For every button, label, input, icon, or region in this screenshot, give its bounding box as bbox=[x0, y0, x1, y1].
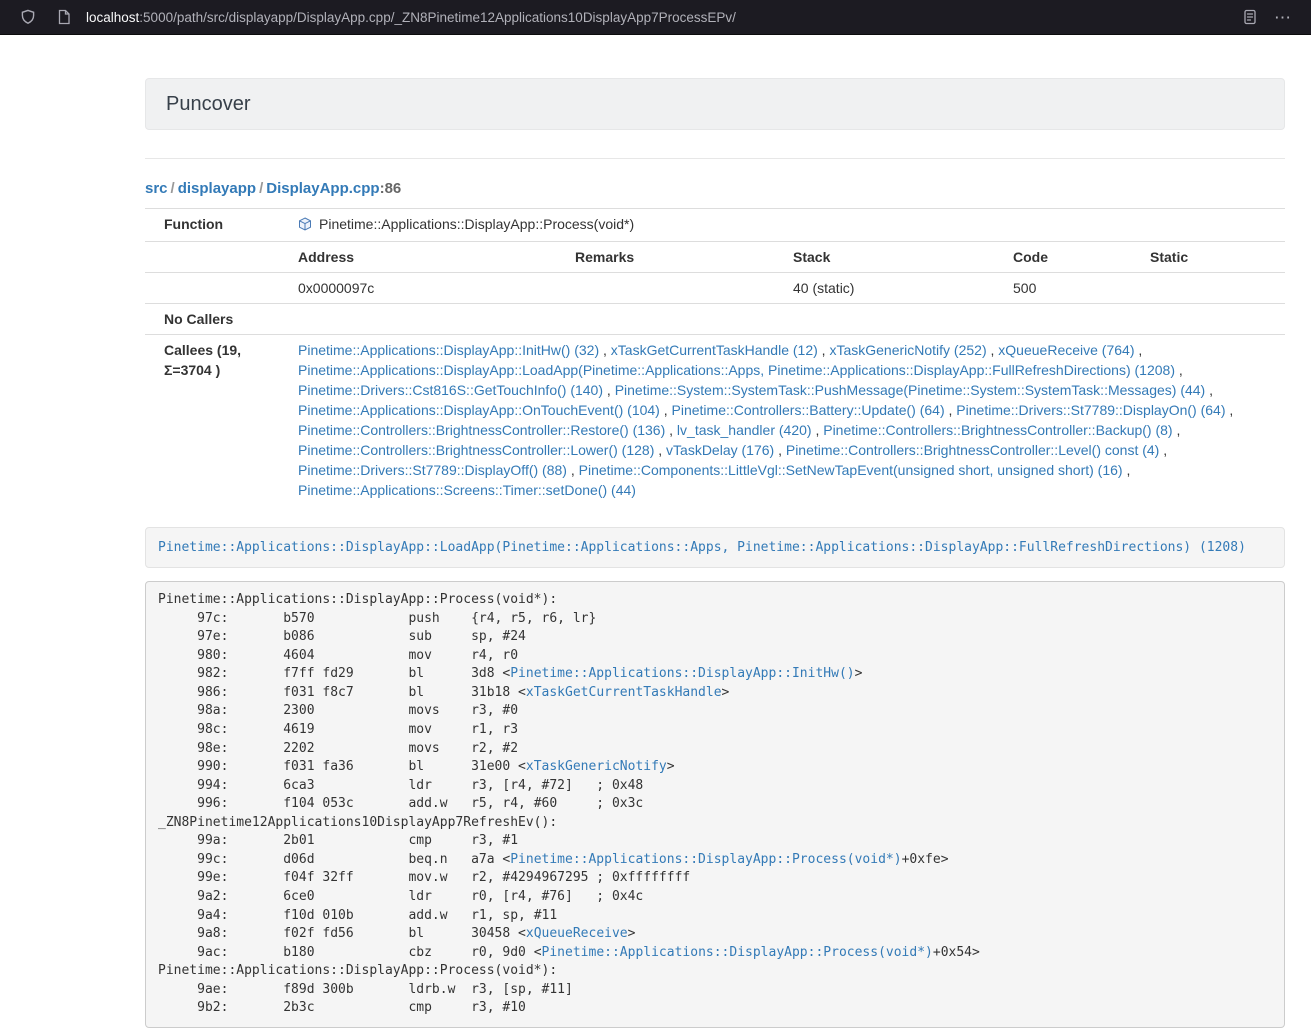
jumbotron: Puncover bbox=[145, 78, 1285, 130]
breadcrumb-separator: / bbox=[168, 180, 178, 197]
column-header-stack: Stack bbox=[785, 242, 1005, 273]
column-header-address: Address bbox=[290, 242, 567, 273]
disassembly-symbol-link[interactable]: Pinetime::Applications::DisplayApp::Proc… bbox=[542, 945, 933, 960]
reader-mode-icon[interactable] bbox=[1241, 8, 1259, 26]
breadcrumb-link[interactable]: DisplayApp.cpp bbox=[266, 180, 379, 197]
callee-link[interactable]: lv_task_handler (420) bbox=[677, 422, 812, 438]
callee-link[interactable]: Pinetime::Components::LittleVgl::SetNewT… bbox=[579, 462, 1123, 478]
static-value bbox=[1142, 273, 1285, 304]
callee-link[interactable]: Pinetime::Applications::DisplayApp::OnTo… bbox=[298, 402, 660, 418]
browser-toolbar: localhost:5000/path/src/displayapp/Displ… bbox=[0, 0, 1311, 35]
snippet-panel: Pinetime::Applications::DisplayApp::Load… bbox=[145, 527, 1285, 568]
no-callers-cell bbox=[290, 304, 1285, 335]
ellipsis-menu-icon[interactable]: ⋯ bbox=[1268, 9, 1297, 26]
no-callers-row: No Callers bbox=[145, 304, 1285, 335]
callee-link[interactable]: vTaskDelay (176) bbox=[666, 442, 774, 458]
shield-icon[interactable] bbox=[19, 8, 37, 26]
breadcrumb: src/displayapp/DisplayApp.cpp:86 bbox=[145, 179, 1285, 199]
disassembly-symbol-link[interactable]: xTaskGenericNotify bbox=[526, 759, 667, 774]
url-path: :5000/path/src/displayapp/DisplayApp.cpp… bbox=[139, 10, 736, 25]
disassembly-symbol-link[interactable]: xQueueReceive bbox=[526, 926, 628, 941]
callee-link[interactable]: Pinetime::Controllers::BrightnessControl… bbox=[786, 442, 1159, 458]
breadcrumb-link[interactable]: src bbox=[145, 180, 168, 197]
empty-cell bbox=[145, 273, 290, 304]
url-bar[interactable]: localhost:5000/path/src/displayapp/Displ… bbox=[86, 10, 1232, 25]
callee-link[interactable]: Pinetime::System::SystemTask::PushMessag… bbox=[615, 382, 1206, 398]
disassembly: Pinetime::Applications::DisplayApp::Proc… bbox=[145, 581, 1285, 1028]
callee-link[interactable]: xQueueReceive (764) bbox=[998, 342, 1134, 358]
function-label: Function bbox=[145, 209, 290, 242]
code-value: 500 bbox=[1005, 273, 1142, 304]
callee-link[interactable]: Pinetime::Applications::DisplayApp::Load… bbox=[298, 362, 1175, 378]
page-content: Puncover src/displayapp/DisplayApp.cpp:8… bbox=[145, 78, 1285, 1028]
column-header-remarks: Remarks bbox=[567, 242, 785, 273]
symbol-values-row: 0x0000097c 40 (static) 500 bbox=[145, 273, 1285, 304]
no-callers-label: No Callers bbox=[145, 304, 290, 335]
document-icon[interactable] bbox=[55, 8, 73, 26]
callee-link[interactable]: xTaskGetCurrentTaskHandle (12) bbox=[611, 342, 818, 358]
disassembly-symbol-link[interactable]: Pinetime::Applications::DisplayApp::Init… bbox=[510, 666, 854, 681]
callee-link[interactable]: Pinetime::Controllers::Battery::Update()… bbox=[672, 402, 945, 418]
callee-link[interactable]: Pinetime::Controllers::BrightnessControl… bbox=[298, 442, 654, 458]
callee-link[interactable]: xTaskGenericNotify (252) bbox=[829, 342, 986, 358]
divider bbox=[145, 158, 1285, 159]
callee-link[interactable]: Pinetime::Controllers::BrightnessControl… bbox=[823, 422, 1172, 438]
callee-link[interactable]: Pinetime::Drivers::St7789::DisplayOn() (… bbox=[956, 402, 1225, 418]
callee-link[interactable]: Pinetime::Drivers::Cst816S::GetTouchInfo… bbox=[298, 382, 603, 398]
breadcrumb-link[interactable]: displayapp bbox=[178, 180, 256, 197]
breadcrumb-line-number: :86 bbox=[380, 180, 402, 197]
cube-icon bbox=[298, 217, 312, 231]
function-name: Pinetime::Applications::DisplayApp::Proc… bbox=[319, 214, 634, 234]
breadcrumb-separator: / bbox=[256, 180, 266, 197]
callee-link[interactable]: Pinetime::Applications::Screens::Timer::… bbox=[298, 482, 636, 498]
remarks-value bbox=[567, 273, 785, 304]
callees-row: Callees (19, Σ=3704 ) Pinetime::Applicat… bbox=[145, 335, 1285, 506]
toolbar-right-actions: ⋯ bbox=[1232, 8, 1297, 26]
snippet-link[interactable]: Pinetime::Applications::DisplayApp::Load… bbox=[158, 540, 1246, 555]
function-row: Function Pinetime::Applications::Display… bbox=[145, 209, 1285, 242]
stack-value: 40 (static) bbox=[785, 273, 1005, 304]
disassembly-symbol-link[interactable]: xTaskGetCurrentTaskHandle bbox=[526, 685, 722, 700]
callees-cell: Pinetime::Applications::DisplayApp::Init… bbox=[290, 335, 1285, 506]
empty-cell bbox=[145, 242, 290, 273]
callee-link[interactable]: Pinetime::Applications::DisplayApp::Init… bbox=[298, 342, 599, 358]
function-name-cell: Pinetime::Applications::DisplayApp::Proc… bbox=[290, 209, 1285, 242]
callee-link[interactable]: Pinetime::Drivers::St7789::DisplayOff() … bbox=[298, 462, 567, 478]
columns-header-row: Address Remarks Stack Code Static bbox=[145, 242, 1285, 273]
address-value: 0x0000097c bbox=[290, 273, 567, 304]
url-host: localhost bbox=[86, 10, 139, 25]
callee-link[interactable]: Pinetime::Controllers::BrightnessControl… bbox=[298, 422, 665, 438]
column-header-code: Code bbox=[1005, 242, 1142, 273]
function-table: Function Pinetime::Applications::Display… bbox=[145, 208, 1285, 505]
callees-label: Callees (19, Σ=3704 ) bbox=[145, 335, 290, 506]
disassembly-symbol-link[interactable]: Pinetime::Applications::DisplayApp::Proc… bbox=[510, 852, 901, 867]
page-title: Puncover bbox=[166, 93, 251, 116]
column-header-static: Static bbox=[1142, 242, 1285, 273]
